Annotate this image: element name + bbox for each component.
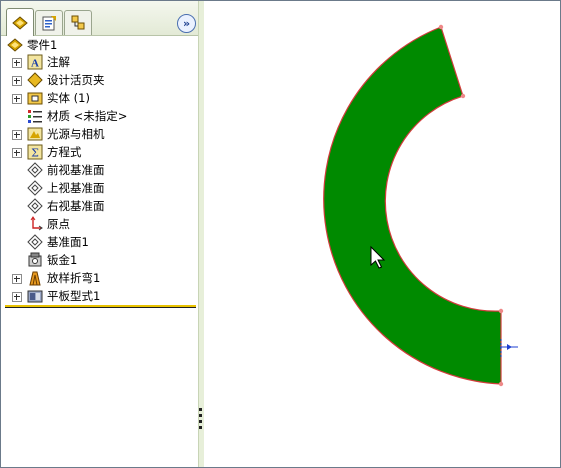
splitter-grip [199,426,202,429]
tab-feature-manager[interactable] [6,8,34,36]
panel-tab-bar: » [1,1,198,36]
expand-toggle[interactable] [12,58,22,68]
tree-item-label: 放样折弯1 [47,271,101,285]
feature-manager-icon [12,15,28,30]
splitter-grip [199,414,202,417]
tree-root-item[interactable]: 零件1 [1,36,197,54]
tree-root-label: 零件1 [27,38,58,52]
material-icon [27,108,43,124]
vertex [438,24,444,30]
tree-item-label: 右视基准面 [47,199,105,213]
divider [5,307,196,308]
tree-item-flat-pattern[interactable]: 平板型式1 [1,287,197,305]
part-face[interactable] [323,26,502,385]
expand-toggle[interactable] [12,76,22,86]
tree-item-label: 设计活页夹 [47,73,105,87]
tree-item-label: 基准面1 [47,235,89,249]
equations-icon: Σ [27,144,43,160]
double-chevron-right-icon: » [182,17,191,30]
lofted-bend-icon [27,270,43,286]
feature-manager-panel: » 零件1 A 注解 设计活页夹 实体 (1) 材质 <未指定> 光源与相机 Σ… [1,1,199,467]
tree-item-front-plane[interactable]: 前视基准面 [1,161,197,179]
design-binder-icon [27,72,43,88]
tree-item-label: 实体 (1) [47,91,90,105]
flat-pattern-part[interactable] [204,1,560,467]
expand-toggle[interactable] [12,274,22,284]
tree-item-right-plane[interactable]: 右视基准面 [1,197,197,215]
configuration-manager-icon [71,15,85,30]
plane-icon [27,162,43,178]
origin-marker-icon [500,339,518,359]
tree-item-label: 上视基准面 [47,181,105,195]
svg-text:A: A [31,58,39,70]
collapse-panel-button[interactable]: » [177,14,196,33]
tree-item-label: 材质 <未指定> [47,109,128,123]
property-manager-icon [42,16,56,31]
tree-item-design-binder[interactable]: 设计活页夹 [1,71,197,89]
expand-toggle[interactable] [12,292,22,302]
tree-item-sheet-metal[interactable]: 钣金1 [1,251,197,269]
vertex [460,93,466,99]
graphics-area[interactable] [204,1,560,467]
annotation-icon: A [27,54,43,70]
tree-item-label: 注解 [47,55,70,69]
tree-item-label: 钣金1 [47,253,78,267]
plane-icon [27,180,43,196]
expand-toggle[interactable] [12,148,22,158]
expand-toggle[interactable] [12,94,22,104]
tree-item-equations[interactable]: Σ 方程式 [1,143,197,161]
tree-item-label: 光源与相机 [47,127,105,141]
svg-text:Σ: Σ [31,147,39,160]
splitter-grip [199,420,202,423]
tree-item-material[interactable]: 材质 <未指定> [1,107,197,125]
feature-tree: 零件1 A 注解 设计活页夹 实体 (1) 材质 <未指定> 光源与相机 Σ 方… [1,36,197,306]
application-window: » 零件1 A 注解 设计活页夹 实体 (1) 材质 <未指定> 光源与相机 Σ… [0,0,561,468]
tree-item-origin[interactable]: 原点 [1,215,197,233]
splitter-grip [199,408,202,411]
tab-configuration-manager[interactable] [64,10,92,35]
tree-item-plane1[interactable]: 基准面1 [1,233,197,251]
vertex [498,308,504,314]
part-icon [7,37,23,53]
panel-empty-area [1,309,197,467]
flat-pattern-icon [27,288,43,304]
lights-cameras-icon [27,126,43,142]
tree-item-label: 前视基准面 [47,163,105,177]
tree-item-label: 方程式 [47,145,82,159]
solid-bodies-icon [27,90,43,106]
tree-item-lofted-bend[interactable]: 放样折弯1 [1,269,197,287]
tree-item-annotations[interactable]: A 注解 [1,53,197,71]
tree-item-lights-cameras[interactable]: 光源与相机 [1,125,197,143]
vertex [498,381,504,387]
plane-icon [27,234,43,250]
origin-icon [27,216,43,232]
sheet-metal-icon [27,252,43,268]
tree-item-solid-bodies[interactable]: 实体 (1) [1,89,197,107]
tree-item-label: 原点 [47,217,70,231]
tree-item-label: 平板型式1 [47,289,101,303]
expand-toggle[interactable] [12,130,22,140]
plane-icon [27,198,43,214]
tab-property-manager[interactable] [35,10,63,35]
tree-item-top-plane[interactable]: 上视基准面 [1,179,197,197]
